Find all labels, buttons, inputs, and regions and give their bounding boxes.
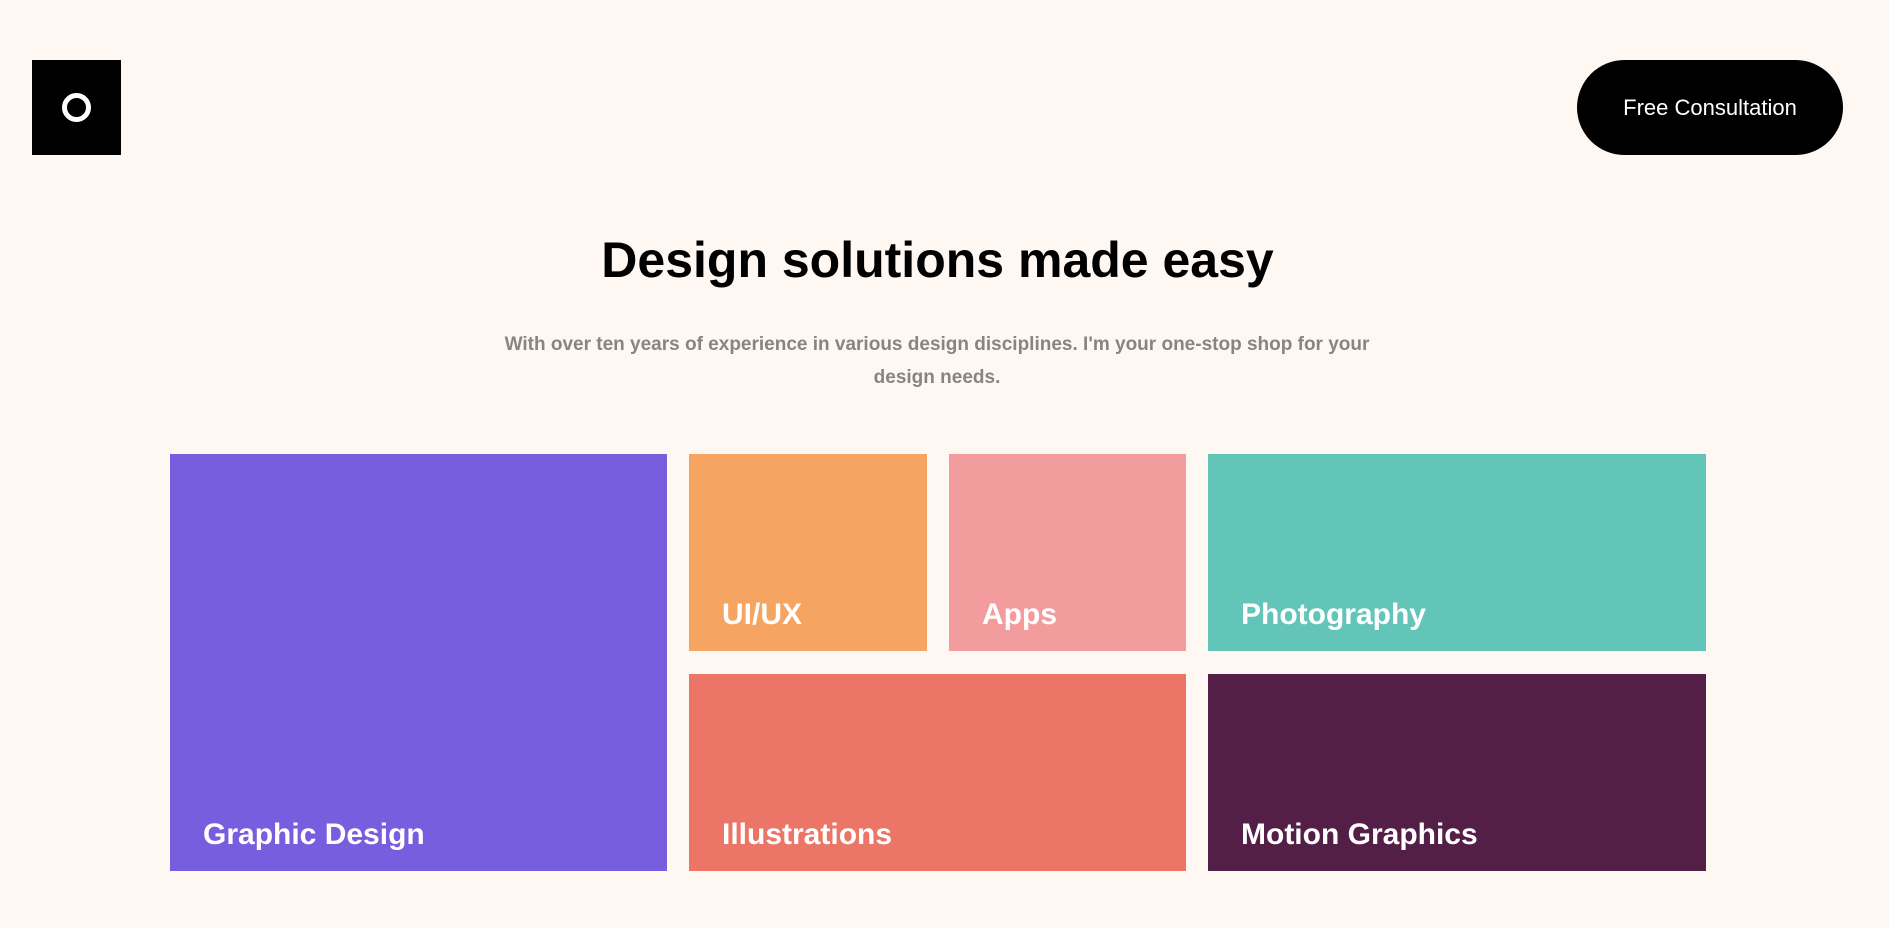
page-subtitle: With over ten years of experience in var… [504, 334, 1370, 388]
free-consultation-button[interactable]: Free Consultation [1577, 60, 1843, 155]
service-tile-illustrations[interactable]: Illustrations [689, 674, 1186, 871]
service-tile-ui-ux[interactable]: UI/UX [689, 454, 927, 651]
service-tile-label: Photography [1241, 598, 1426, 631]
logo[interactable] [32, 60, 121, 155]
service-tile-graphic-design[interactable]: Graphic Design [170, 454, 667, 871]
service-tile-photography[interactable]: Photography [1208, 454, 1706, 651]
service-tile-label: Illustrations [722, 818, 893, 851]
circle-ring-icon [62, 93, 91, 122]
service-tile-label: Apps [982, 598, 1057, 631]
service-tile-apps[interactable]: Apps [949, 454, 1186, 651]
service-tile-label: Motion Graphics [1241, 818, 1478, 851]
page-title: Design solutions made easy [601, 232, 1274, 288]
service-tile-motion-graphics[interactable]: Motion Graphics [1208, 674, 1706, 871]
service-tile-label: Graphic Design [203, 818, 425, 851]
service-tile-label: UI/UX [722, 598, 803, 631]
